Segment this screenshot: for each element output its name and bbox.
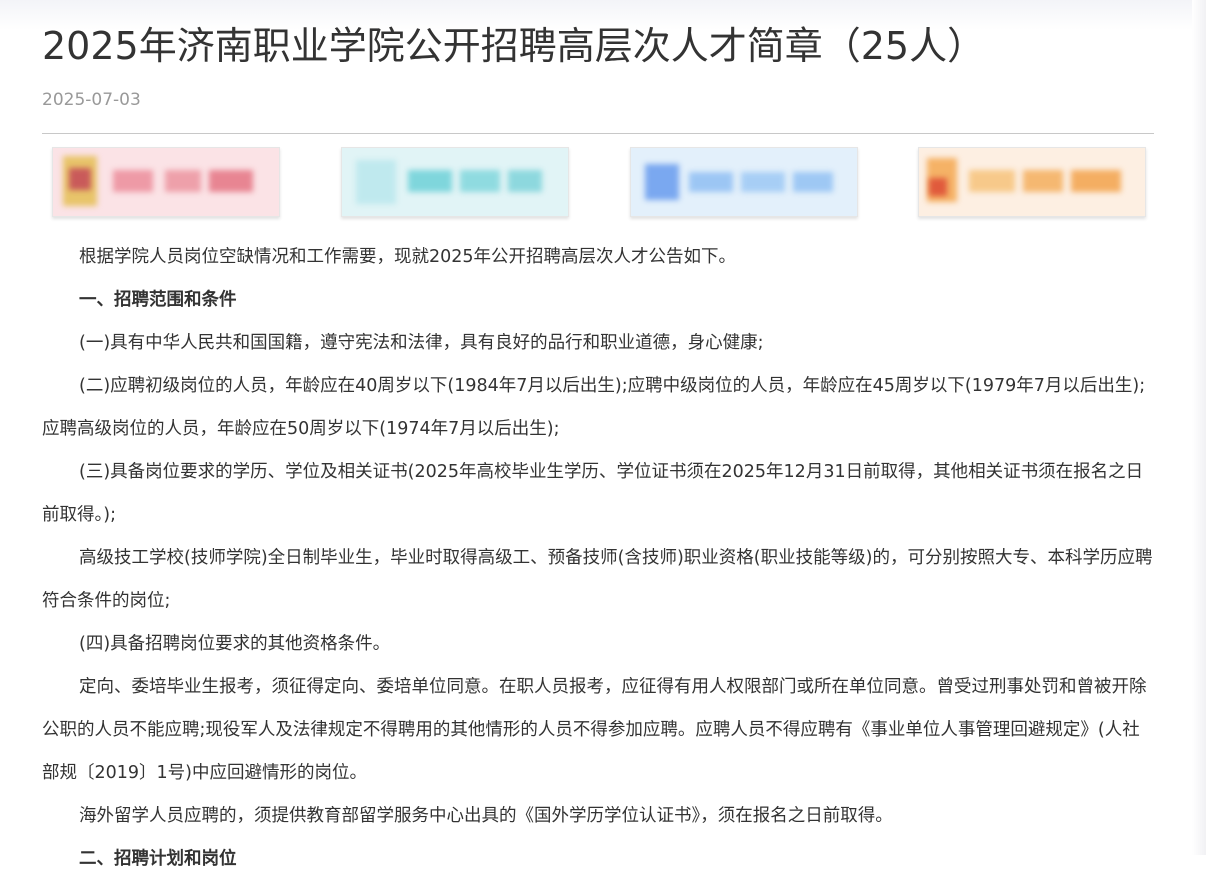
paragraph-technician-note: 高级技工学校(技师学院)全日制毕业生，毕业时取得高级工、预备技师(含技师)职业资… <box>42 548 1153 611</box>
paragraph-intro: 根据学院人员岗位空缺情况和工作需要，现就2025年公开招聘高层次人才公告如下。 <box>79 247 737 267</box>
section-heading-2: 二、招聘计划和岗位 <box>79 849 237 869</box>
banner-image-1[interactable] <box>52 147 280 217</box>
article-date: 2025-07-03 <box>42 90 141 110</box>
banner-image-4[interactable] <box>918 147 1146 217</box>
article-body: 根据学院人员岗位空缺情况和工作需要，现就2025年公开招聘高层次人才公告如下。 … <box>42 236 1154 881</box>
paragraph-condition-1: (一)具有中华人民共和国国籍，遵守宪法和法律，具有良好的品行和职业道德，身心健康… <box>79 333 764 353</box>
right-edge-shadow <box>1192 0 1206 855</box>
article-title: 2025年济南职业学院公开招聘高层次人才简章（25人） <box>42 24 986 68</box>
title-divider <box>42 133 1154 134</box>
banner-row <box>52 147 1154 219</box>
banner-image-2[interactable] <box>341 147 569 217</box>
paragraph-condition-4: (四)具备招聘岗位要求的其他资格条件。 <box>79 634 391 654</box>
banner-image-3[interactable] <box>630 147 858 217</box>
paragraph-condition-2: (二)应聘初级岗位的人员，年龄应在40周岁以下(1984年7月以后出生);应聘中… <box>42 376 1146 439</box>
paragraph-consent-note: 定向、委培毕业生报考，须征得定向、委培单位同意。在职人员报考，应征得有用人权限部… <box>42 677 1147 783</box>
paragraph-overseas-note: 海外留学人员应聘的，须提供教育部留学服务中心出具的《国外学历学位认证书》，须在报… <box>79 806 893 826</box>
paragraph-condition-3: (三)具备岗位要求的学历、学位及相关证书(2025年高校毕业生学历、学位证书须在… <box>42 462 1144 525</box>
section-heading-1: 一、招聘范围和条件 <box>79 290 237 310</box>
